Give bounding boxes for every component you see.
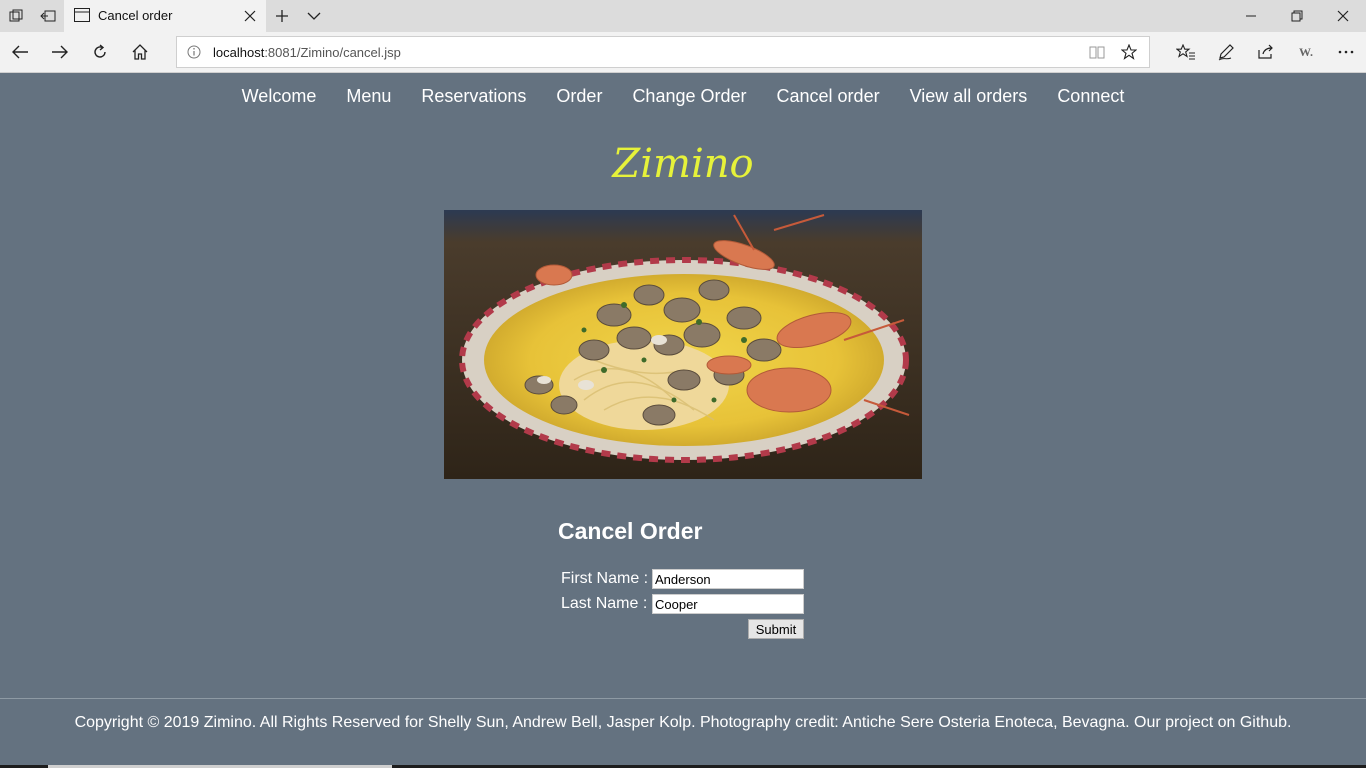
first-name-label: First Name : (561, 570, 649, 587)
share-icon[interactable] (1254, 40, 1278, 64)
refresh-icon[interactable] (88, 40, 112, 64)
footer-divider (0, 698, 1366, 699)
tab-actions-icon[interactable] (0, 0, 32, 32)
url-text[interactable]: localhost:8081/Zimino/cancel.jsp (213, 45, 401, 60)
first-name-field[interactable] (652, 569, 804, 589)
favorites-hub-icon[interactable] (1174, 40, 1198, 64)
page-icon (74, 8, 90, 27)
set-tabs-aside-icon[interactable] (32, 0, 64, 32)
back-arrow-icon[interactable] (8, 40, 32, 64)
last-name-label: Last Name : (561, 595, 648, 612)
browser-tab[interactable]: Cancel order (64, 0, 266, 32)
tab-title: Cancel order (98, 8, 173, 23)
submit-button[interactable]: Submit (748, 619, 804, 639)
pen-notes-icon[interactable] (1214, 40, 1238, 64)
new-tab-icon[interactable] (266, 0, 298, 32)
site-logo: Zimino (612, 141, 754, 187)
nav-order[interactable]: Order (556, 86, 602, 107)
minimize-icon[interactable] (1228, 0, 1274, 32)
reading-view-icon[interactable] (1089, 45, 1105, 64)
chevron-down-icon[interactable] (298, 0, 330, 32)
nav-connect[interactable]: Connect (1057, 86, 1124, 107)
nav-cancel-order[interactable]: Cancel order (777, 86, 880, 107)
more-options-icon[interactable] (1334, 40, 1358, 64)
footer-text: Copyright © 2019 Zimino. All Rights Rese… (74, 714, 1292, 731)
site-nav: Welcome Menu Reservations Order Change Order… (0, 86, 1366, 107)
close-tab-icon[interactable] (242, 8, 258, 24)
browser-toolbar: localhost:8081/Zimino/cancel.jsp W. (0, 32, 1366, 73)
restore-icon[interactable] (1274, 0, 1320, 32)
nav-menu[interactable]: Menu (346, 86, 391, 107)
nav-view-all-orders[interactable]: View all orders (910, 86, 1028, 107)
hero-image (444, 210, 922, 479)
nav-welcome[interactable]: Welcome (242, 86, 317, 107)
address-bar[interactable]: localhost:8081/Zimino/cancel.jsp (176, 36, 1150, 68)
browser-titlebar: Cancel order (0, 0, 1366, 32)
forward-arrow-icon[interactable] (48, 40, 72, 64)
home-icon[interactable] (128, 40, 152, 64)
favorite-star-icon[interactable] (1120, 43, 1138, 65)
nav-change-order[interactable]: Change Order (632, 86, 746, 107)
nav-reservations[interactable]: Reservations (421, 86, 526, 107)
close-window-icon[interactable] (1320, 0, 1366, 32)
info-icon[interactable] (187, 45, 201, 64)
last-name-field[interactable] (652, 594, 804, 614)
extension-icon[interactable]: W. (1294, 40, 1318, 64)
form-title: Cancel Order (558, 518, 703, 544)
